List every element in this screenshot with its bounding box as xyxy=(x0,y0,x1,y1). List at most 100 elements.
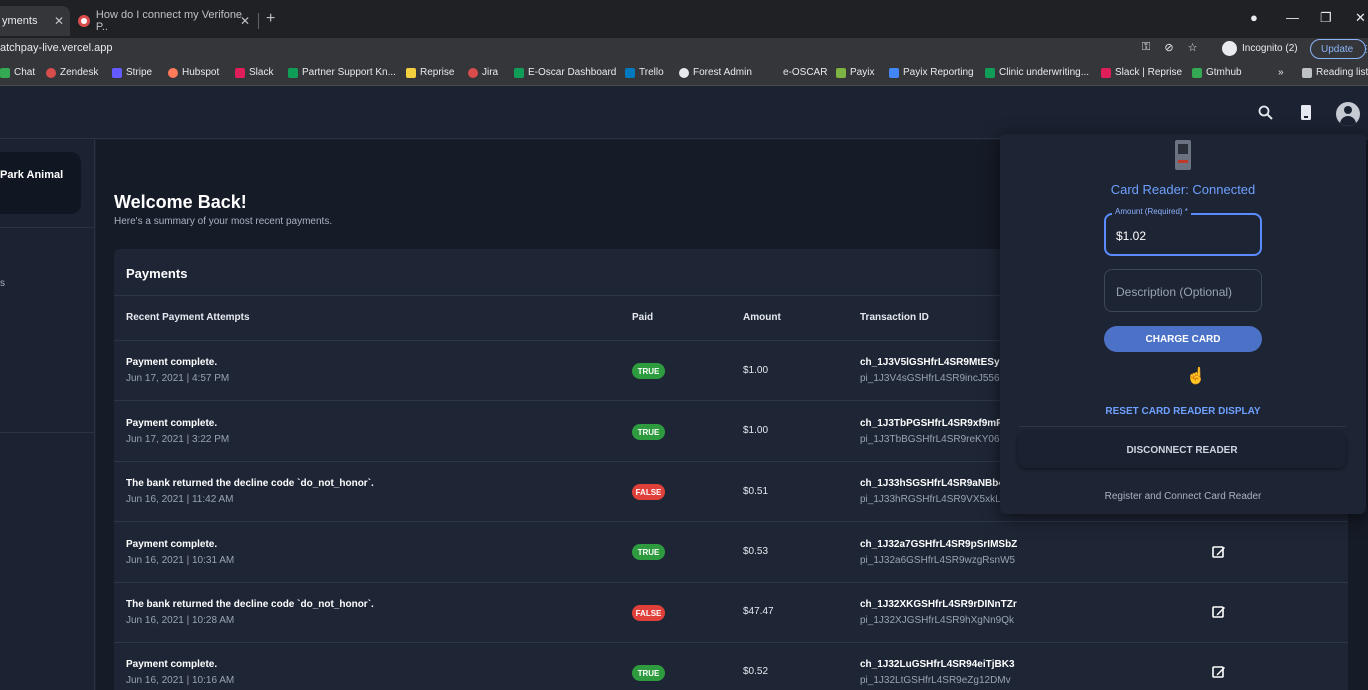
payment-intent-id: pi_1J32LtGSHfrL4SR9eZg12DMv xyxy=(860,675,1011,686)
bookmark-slack-reprise[interactable]: Slack | Reprise xyxy=(1101,67,1182,78)
minimize-icon[interactable]: — xyxy=(1286,10,1299,25)
trello-icon xyxy=(625,67,635,78)
payment-intent-id: pi_1J3TbBGSHfrL4SR9reKY06 xyxy=(860,434,1000,445)
card-reader-icon[interactable] xyxy=(1301,105,1311,124)
update-button[interactable]: Update ⋮ xyxy=(1310,39,1368,59)
tab-payments[interactable]: yments ✕ xyxy=(0,6,70,36)
close-tab-icon[interactable]: ✕ xyxy=(54,14,64,28)
url-icons: ⚿ ⊘ ☆ xyxy=(1142,41,1197,54)
edit-icon[interactable] xyxy=(1212,665,1226,679)
docs-icon xyxy=(889,67,899,78)
charge-id: ch_1J33hSGSHfrL4SR9aNBb4 xyxy=(860,478,1004,489)
bookmarks-overflow[interactable]: » xyxy=(1278,67,1284,78)
bookmark-clinic-underwriting[interactable]: Clinic underwriting... xyxy=(985,67,1089,78)
reprise-icon xyxy=(406,67,416,78)
tab-verifone[interactable]: How do I connect my Verifone P.. ✕ xyxy=(76,6,256,36)
bookmark-reading-list[interactable]: Reading list xyxy=(1302,67,1368,78)
row-status: Payment complete. xyxy=(126,418,218,429)
row-amount: $0.52 xyxy=(743,666,769,677)
payix-icon xyxy=(836,67,846,78)
paid-badge: TRUE xyxy=(632,424,665,440)
search-icon[interactable] xyxy=(1258,105,1273,124)
reader-status: Card Reader: Connected xyxy=(1110,182,1256,197)
bookmark-label: Slack | Reprise xyxy=(1115,67,1183,78)
address-bar: atchpay-live.vercel.app ⚿ ⊘ ☆ Incognito … xyxy=(0,38,1368,60)
incognito-badge[interactable]: Incognito (2) xyxy=(1222,41,1298,56)
profile-dot-icon[interactable]: ● xyxy=(1250,10,1258,25)
bookmark-label: » xyxy=(1278,67,1284,78)
payment-intent-id: pi_1J32XJGSHfrL4SR9hXgNn9Qk xyxy=(860,615,1014,626)
bookmark-payix-reporting[interactable]: Payix Reporting xyxy=(889,67,974,78)
sheets-icon xyxy=(985,67,995,78)
close-tab-icon[interactable]: ✕ xyxy=(240,14,250,28)
bookmark-slack[interactable]: Slack xyxy=(235,67,273,78)
bookmark-label: E-Oscar Dashboard xyxy=(528,67,617,78)
url-field[interactable]: atchpay-live.vercel.app xyxy=(0,42,113,54)
row-date: Jun 16, 2021 | 10:16 AM xyxy=(126,675,235,686)
row-amount: $0.51 xyxy=(743,486,769,497)
tab-label: How do I connect my Verifone P.. xyxy=(95,9,243,33)
row-date: Jun 17, 2021 | 3:22 PM xyxy=(126,434,230,445)
incognito-label: Incognito (2) xyxy=(1242,43,1298,54)
row-divider xyxy=(114,521,1348,522)
bookmark-jira[interactable]: Jira xyxy=(468,67,498,78)
column-header-transaction-id: Transaction ID xyxy=(860,312,929,323)
payment-intent-id: pi_1J32a6GSHfrL4SR9wzgRsnW5 xyxy=(860,555,1016,566)
new-tab-icon[interactable]: + xyxy=(266,10,275,28)
bookmark-label: Payix xyxy=(850,67,875,78)
bookmark-label: Chat xyxy=(14,67,36,78)
bookmark-zendesk[interactable]: Zendesk xyxy=(46,67,98,78)
bookmark-payix[interactable]: Payix xyxy=(836,67,874,78)
hand-cursor-icon: ☝ xyxy=(1186,368,1206,385)
row-status: Payment complete. xyxy=(126,539,218,550)
disconnect-reader-button[interactable]: DISCONNECT READER xyxy=(1018,432,1346,468)
eye-off-icon[interactable]: ⊘ xyxy=(1164,41,1173,54)
reset-reader-display-button[interactable]: RESET CARD READER DISPLAY xyxy=(1000,406,1366,417)
bookmark-trello[interactable]: Trello xyxy=(625,67,664,78)
bookmark-partner-support[interactable]: Partner Support Kn... xyxy=(288,67,396,78)
bookmark-label: Hubspot xyxy=(182,67,220,78)
payments-title: Payments xyxy=(126,266,188,281)
paid-badge: FALSE xyxy=(632,605,665,621)
bookmark-eoscar[interactable]: e-OSCAR xyxy=(783,67,827,78)
bookmarks-bar: Chat Zendesk Stripe Hubspot Slack Partne… xyxy=(0,60,1368,86)
restore-icon[interactable]: ❐ xyxy=(1320,10,1332,26)
edit-icon[interactable] xyxy=(1212,605,1226,619)
menu-dots-icon[interactable]: ⋮ xyxy=(1361,44,1368,55)
edit-icon[interactable] xyxy=(1212,545,1226,559)
paid-badge: FALSE xyxy=(632,484,665,500)
row-divider xyxy=(114,642,1348,643)
tab-divider xyxy=(258,13,259,29)
register-reader-link[interactable]: Register and Connect Card Reader xyxy=(1000,491,1366,502)
paid-badge: TRUE xyxy=(632,665,665,681)
row-status: The bank returned the decline code `do_n… xyxy=(126,599,374,610)
bookmark-hubspot[interactable]: Hubspot xyxy=(168,67,219,78)
bookmark-chat[interactable]: Chat xyxy=(0,67,35,78)
star-icon[interactable]: ☆ xyxy=(1188,41,1198,54)
bookmark-reprise[interactable]: Reprise xyxy=(406,67,454,78)
account-avatar-icon[interactable] xyxy=(1336,102,1360,126)
bookmark-gtmhub[interactable]: Gtmhub xyxy=(1192,67,1242,78)
tab-label: yments xyxy=(2,15,38,27)
org-switcher[interactable] xyxy=(0,152,81,214)
amount-input[interactable]: $1.02 xyxy=(1116,229,1146,243)
row-divider xyxy=(114,582,1348,583)
bookmark-label: Stripe xyxy=(126,67,153,78)
charge-id: ch_1J32LuGSHfrL4SR94eiTjBK3 xyxy=(860,659,1015,670)
bookmark-label: Forest Admin xyxy=(693,67,752,78)
payment-intent-id: pi_1J3V4sGSHfrL4SR9incJ556 xyxy=(860,373,1000,384)
row-amount: $1.00 xyxy=(743,425,769,436)
org-name: Park Animal xyxy=(0,169,64,181)
bookmark-stripe[interactable]: Stripe xyxy=(112,67,152,78)
sidebar-item-label[interactable]: s xyxy=(0,278,5,289)
key-icon[interactable]: ⚿ xyxy=(1142,41,1150,54)
row-date: Jun 16, 2021 | 11:42 AM xyxy=(126,494,234,505)
slack-icon xyxy=(235,67,245,78)
bookmark-label: Clinic underwriting... xyxy=(999,67,1090,78)
bookmark-label: Gtmhub xyxy=(1206,67,1242,78)
bookmark-forest-admin[interactable]: Forest Admin xyxy=(679,67,752,78)
charge-card-button[interactable]: CHARGE CARD xyxy=(1104,326,1262,352)
window-close-icon[interactable]: ✕ xyxy=(1355,10,1366,26)
bookmark-eoscar-dashboard[interactable]: E-Oscar Dashboard xyxy=(514,67,616,78)
row-status: Payment complete. xyxy=(126,357,218,368)
